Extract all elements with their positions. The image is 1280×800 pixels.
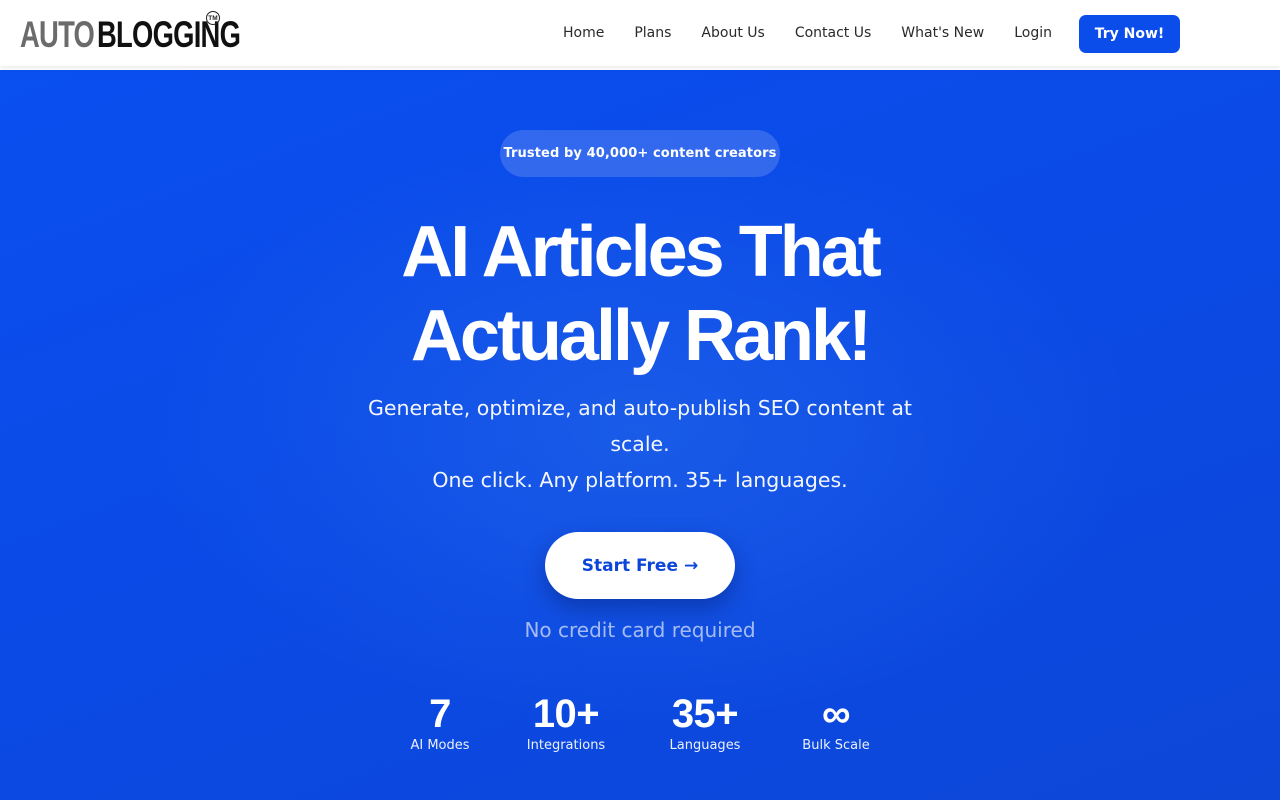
logo-text-auto: AUTO	[20, 14, 95, 55]
hero-section: Trusted by 40,000+ content creators AI A…	[0, 70, 1280, 800]
stat-bulk-scale: ∞ Bulk Scale	[796, 690, 876, 754]
stat-ai-modes: 7 AI Modes	[400, 690, 480, 754]
subhead-line-2: One click. Any platform. 35+ languages.	[432, 468, 848, 492]
hero-subheadline: Generate, optimize, and auto-publish SEO…	[340, 390, 940, 498]
site-header: AUTO BLOGGING TM Home Plans About Us Con…	[0, 0, 1280, 66]
nav-link-login[interactable]: Login	[1014, 25, 1052, 41]
stat-label: Bulk Scale	[802, 738, 870, 753]
headline-line-1: AI Articles That	[401, 212, 881, 292]
stat-value: 10+	[532, 692, 600, 736]
stat-value: 35+	[671, 692, 739, 736]
nav-link-contact-us[interactable]: Contact Us	[795, 25, 871, 41]
try-now-button[interactable]: Try Now!	[1079, 15, 1180, 53]
stat-value: 7	[429, 692, 451, 736]
nav-link-plans[interactable]: Plans	[634, 25, 671, 41]
trust-badge: Trusted by 40,000+ content creators	[500, 130, 780, 177]
subhead-line-1: Generate, optimize, and auto-publish SEO…	[368, 396, 912, 456]
headline-line-2: Actually Rank!	[410, 296, 872, 376]
stat-label: Integrations	[526, 738, 606, 753]
stats-row: 7 AI Modes 10+ Integrations 35+ Language…	[380, 690, 900, 760]
arrow-right-icon: →	[684, 555, 699, 576]
nav-link-about-us[interactable]: About Us	[701, 25, 764, 41]
nav-link-home[interactable]: Home	[563, 25, 604, 41]
hero-headline: AI Articles That Actually Rank!	[240, 210, 1040, 378]
start-free-button[interactable]: Start Free →	[545, 532, 735, 599]
stat-languages: 35+ Languages	[660, 690, 750, 754]
nav-link-whats-new[interactable]: What's New	[901, 25, 984, 41]
start-free-label: Start Free	[581, 555, 678, 576]
main-nav: Home Plans About Us Contact Us What's Ne…	[548, 0, 1067, 66]
stat-label: AI Modes	[410, 738, 470, 753]
stat-integrations: 10+ Integrations	[520, 690, 612, 754]
trademark-icon: TM	[206, 11, 220, 25]
infinity-icon: ∞	[821, 692, 851, 736]
autoblogging-logo[interactable]: AUTO BLOGGING TM	[20, 11, 291, 56]
no-credit-card-note: No credit card required	[524, 618, 756, 642]
stat-label: Languages	[669, 738, 741, 753]
